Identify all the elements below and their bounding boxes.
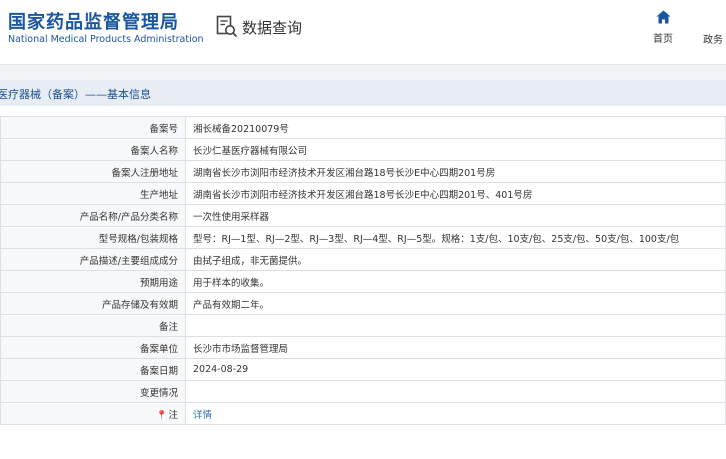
- details-link[interactable]: 详情: [185, 402, 726, 425]
- row-value: 一次性使用采样器: [185, 204, 726, 227]
- row-value: 长沙市市场监督管理局: [185, 336, 726, 359]
- row-value: 由拭子组成，非无菌提供。: [185, 248, 726, 271]
- table-row: 备案人名称 长沙仁基医疗器械有限公司: [0, 138, 726, 161]
- row-label: 产品描述/主要组成成分: [0, 248, 186, 271]
- row-label: 备案日期: [0, 358, 186, 381]
- note-label-cell: 📍注: [0, 402, 186, 425]
- table-row: 产品描述/主要组成成分 由拭子组成，非无菌提供。: [0, 248, 726, 271]
- table-row: 备案人注册地址 湖南省长沙市浏阳市经济技术开发区湘台路18号长沙E中心四期201…: [0, 160, 726, 183]
- row-label: 备案单位: [0, 336, 186, 359]
- magnifier-document-icon: [216, 15, 238, 38]
- table-row: 变更情况: [0, 380, 726, 403]
- table-row: 备注: [0, 314, 726, 337]
- nav-home-label: 首页: [653, 34, 673, 45]
- row-value: 长沙仁基医疗器械有限公司: [185, 138, 726, 161]
- nav-home[interactable]: 首页: [648, 10, 678, 45]
- row-label: 备案人名称: [0, 138, 186, 161]
- org-name-cn[interactable]: 国家药品监督管理局: [8, 8, 179, 34]
- site-header: 国家药品监督管理局 National Medical Products Admi…: [0, 0, 726, 62]
- data-query-link[interactable]: 数据查询: [216, 14, 302, 40]
- location-pin-icon: 📍: [156, 410, 168, 421]
- row-value: 湖南省长沙市浏阳市经济技术开发区湘台路18号长沙E中心四期201号、401号房: [185, 182, 726, 205]
- org-name-en[interactable]: National Medical Products Administration: [8, 34, 204, 45]
- table-row: 产品存储及有效期 产品有效期二年。: [0, 292, 726, 315]
- row-label: 产品存储及有效期: [0, 292, 186, 315]
- table-row: 生产地址 湖南省长沙市浏阳市经济技术开发区湘台路18号长沙E中心四期201号、4…: [0, 182, 726, 205]
- nav-affairs[interactable]: 政务: [703, 31, 723, 46]
- row-value: 2024-08-29: [185, 358, 726, 381]
- row-label: 生产地址: [0, 182, 186, 205]
- row-label: 变更情况: [0, 380, 186, 403]
- table-row: 型号规格/包装规格 型号：RJ—1型、RJ—2型、RJ—3型、RJ—4型、RJ—…: [0, 226, 726, 249]
- row-value: 产品有效期二年。: [185, 292, 726, 315]
- data-query-label: 数据查询: [242, 18, 303, 37]
- table-row: 📍注 详情: [0, 402, 726, 425]
- row-value: 湖南省长沙市浏阳市经济技术开发区湘台路18号长沙E中心四期201号房: [185, 160, 726, 183]
- row-value: 湘长械备20210079号: [185, 116, 726, 139]
- table-row: 备案号 湘长械备20210079号: [0, 116, 726, 139]
- row-label: 型号规格/包装规格: [0, 226, 186, 249]
- table-row: 产品名称/产品分类名称 一次性使用采样器: [0, 204, 726, 227]
- info-table: 备案号 湘长械备20210079号 备案人名称 长沙仁基医疗器械有限公司 备案人…: [0, 116, 726, 425]
- table-row: 备案单位 长沙市市场监督管理局: [0, 336, 726, 359]
- row-value: 型号：RJ—1型、RJ—2型、RJ—3型、RJ—4型、RJ—5型。规格：1支/包…: [185, 226, 726, 249]
- table-row: 预期用途 用于样本的收集。: [0, 270, 726, 293]
- row-label: 备案人注册地址: [0, 160, 186, 183]
- row-label: 注: [168, 409, 178, 421]
- row-label: 备注: [0, 314, 186, 337]
- row-value: [185, 380, 726, 403]
- section-title: 医疗器械（备案）——基本信息: [0, 88, 151, 101]
- row-value: 用于样本的收集。: [185, 270, 726, 293]
- header-divider: [0, 64, 726, 80]
- section-bar: 医疗器械（备案）——基本信息: [0, 80, 726, 106]
- row-label: 产品名称/产品分类名称: [0, 204, 186, 227]
- row-label: 备案号: [0, 116, 186, 139]
- row-label: 预期用途: [0, 270, 186, 293]
- row-value: [185, 314, 726, 337]
- home-icon: [656, 10, 670, 24]
- table-row: 备案日期 2024-08-29: [0, 358, 726, 381]
